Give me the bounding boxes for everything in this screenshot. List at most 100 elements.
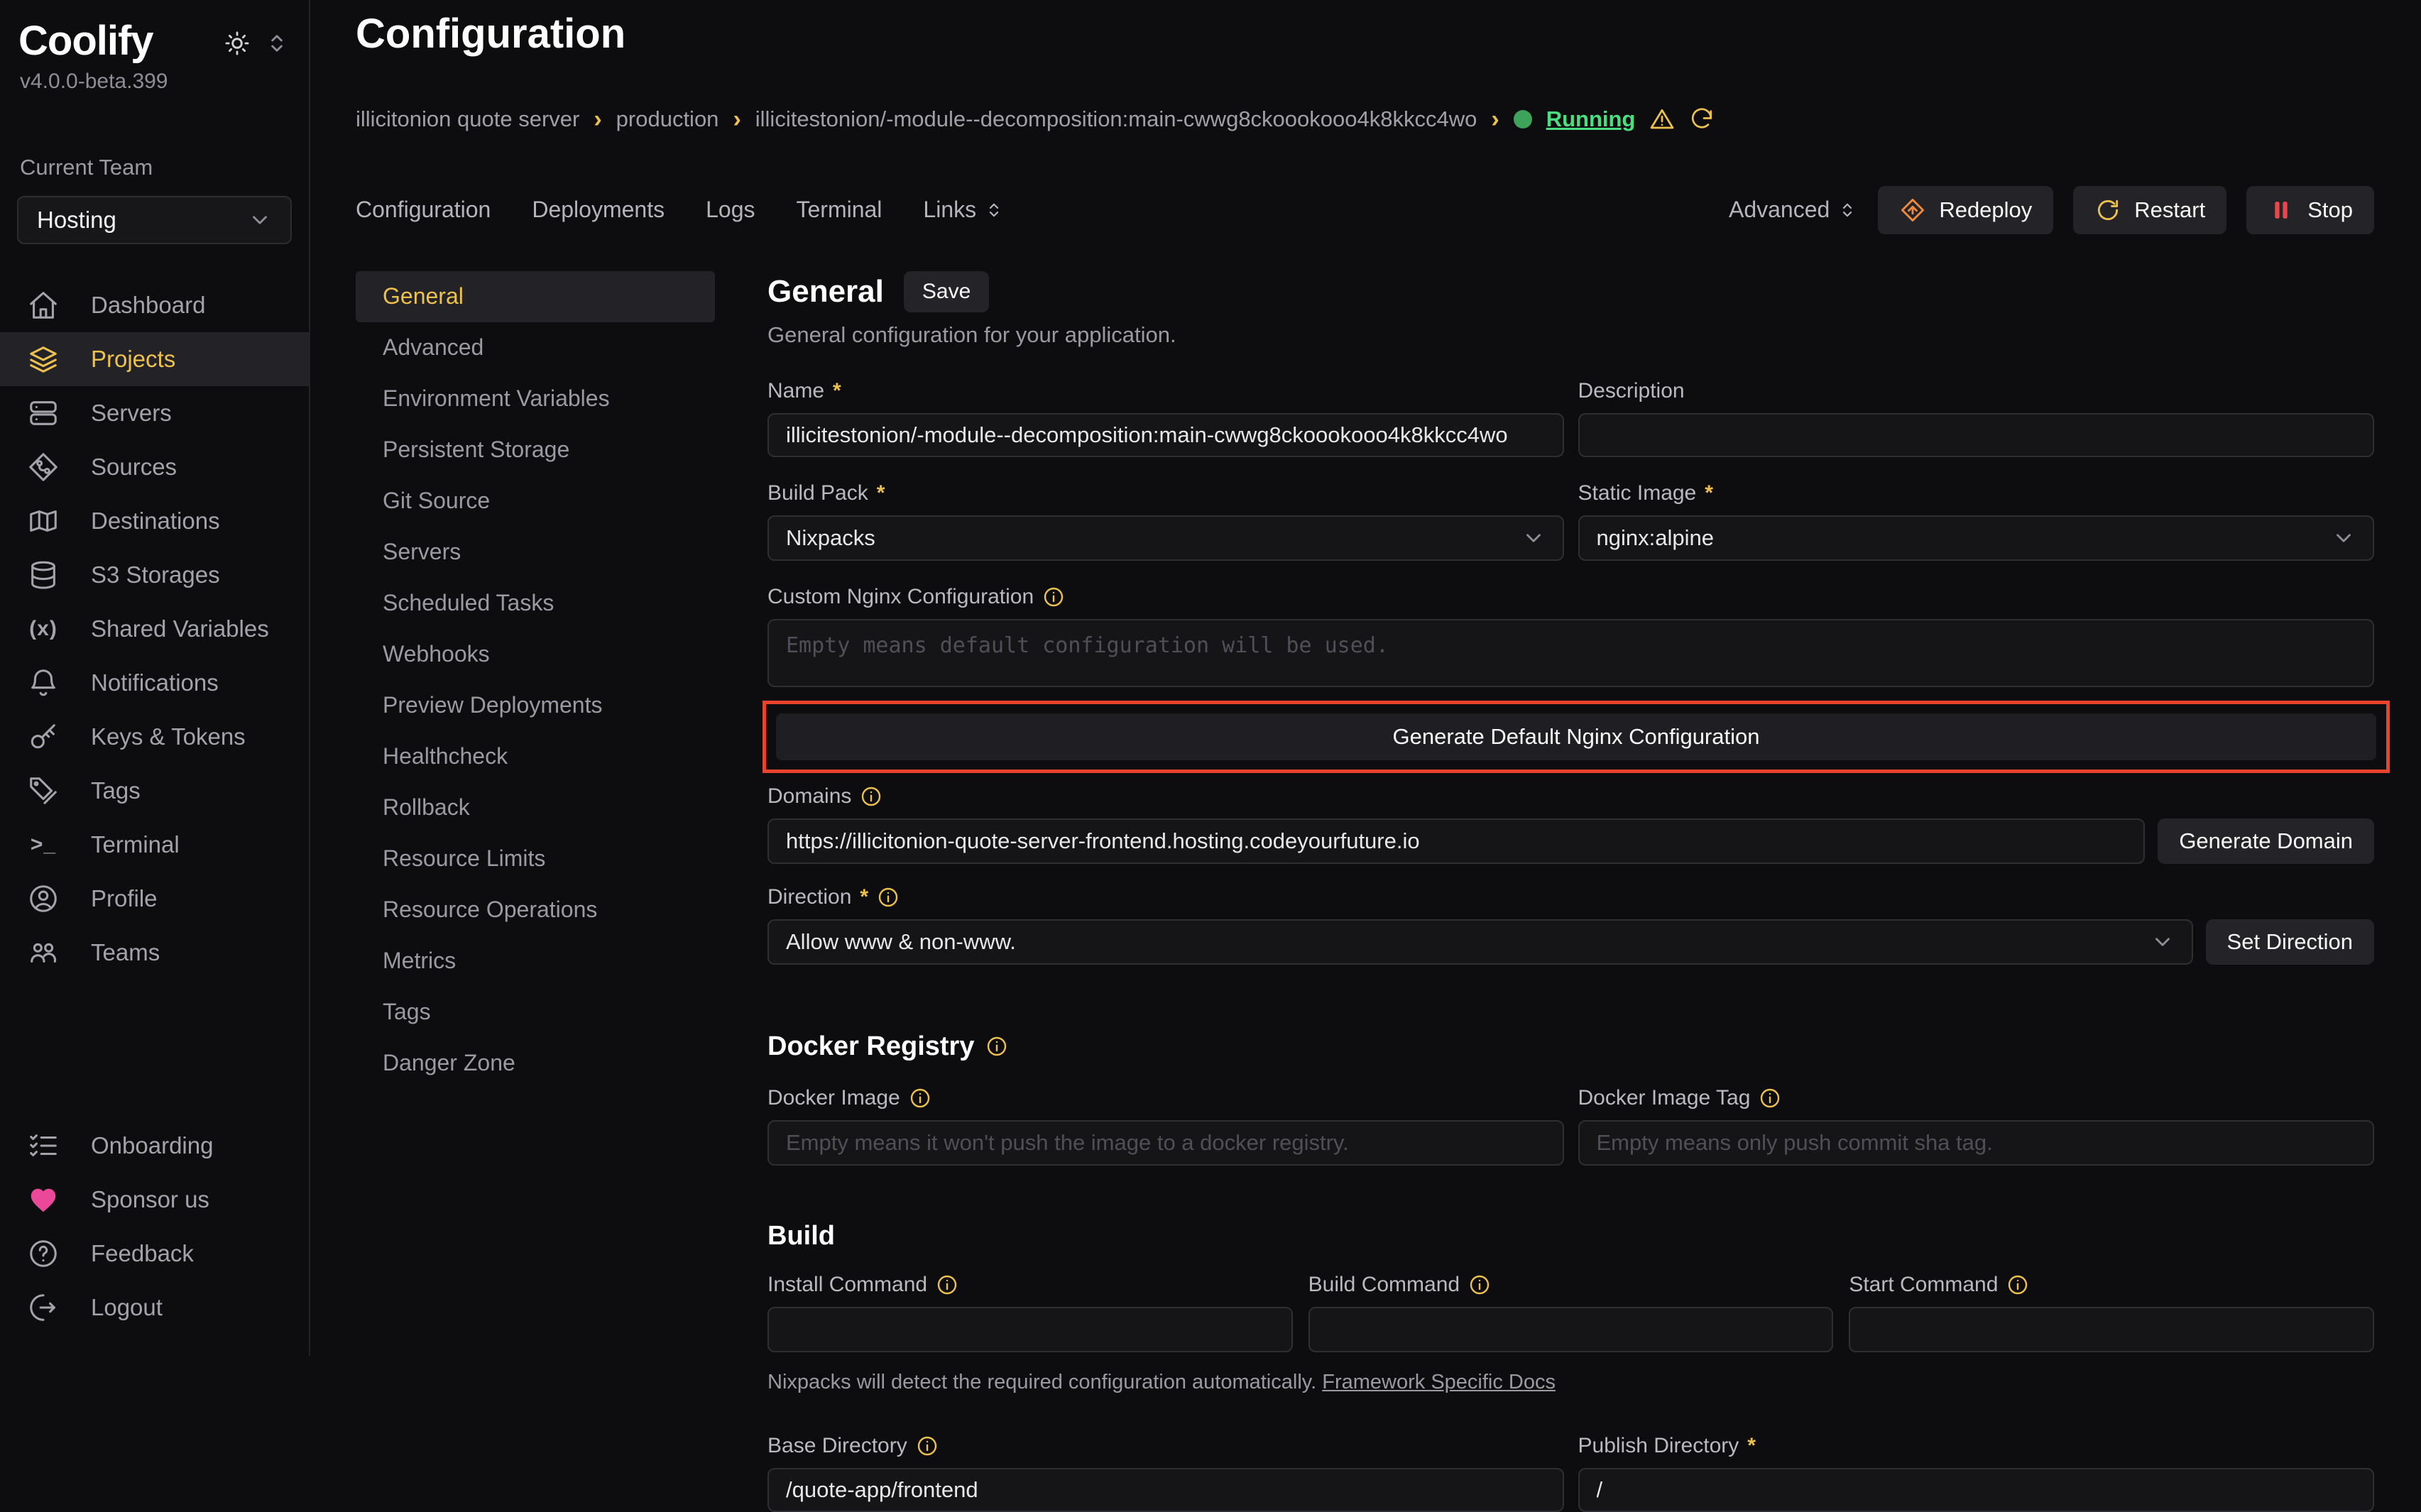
tab-links[interactable]: Links <box>923 197 1005 223</box>
chevron-down-icon <box>1521 526 1546 550</box>
info-icon[interactable] <box>860 785 882 808</box>
subnav-servers[interactable]: Servers <box>356 527 715 578</box>
info-icon[interactable] <box>877 886 900 909</box>
redeploy-button[interactable]: Redeploy <box>1878 186 2053 234</box>
app-window: Coolify v4.0.0-beta.399 Current Team Hos… <box>0 0 2421 1356</box>
sidebar-item-sponsor-us[interactable]: Sponsor us <box>0 1173 309 1227</box>
generate-domain-button[interactable]: Generate Domain <box>2158 818 2374 864</box>
framework-docs-link[interactable]: Framework Specific Docs <box>1322 1371 1556 1393</box>
logout-icon <box>27 1291 60 1324</box>
direction-select[interactable]: Allow www & non-www. <box>767 919 2193 965</box>
info-icon[interactable] <box>936 1273 958 1296</box>
sidebar-item-label: Sponsor us <box>91 1186 209 1213</box>
theme-toggle-icon[interactable] <box>224 30 251 60</box>
subnav-metrics[interactable]: Metrics <box>356 936 715 987</box>
subnav-git-source[interactable]: Git Source <box>356 476 715 527</box>
font-size-toggle-icon[interactable] <box>263 30 290 60</box>
docker-image-tag-input[interactable] <box>1578 1120 2375 1166</box>
app-logo: Coolify <box>18 18 153 64</box>
sidebar-item-keys-tokens[interactable]: Keys & Tokens <box>0 710 309 764</box>
annotation-highlight: Generate Default Nginx Configuration <box>763 701 2390 773</box>
required-marker: * <box>877 481 885 505</box>
info-icon[interactable] <box>2006 1273 2029 1296</box>
sidebar-item-notifications[interactable]: Notifications <box>0 656 309 710</box>
docker-image-input[interactable] <box>767 1120 1564 1166</box>
server-icon <box>27 397 60 429</box>
info-icon[interactable] <box>916 1435 939 1457</box>
sidebar-item-onboarding[interactable]: Onboarding <box>0 1119 309 1173</box>
static-image-select[interactable]: nginx:alpine <box>1578 515 2375 561</box>
subnav-webhooks[interactable]: Webhooks <box>356 629 715 680</box>
start-command-label: Start Command <box>1849 1273 2374 1297</box>
status-badge[interactable]: Running <box>1546 106 1636 132</box>
sidebar-item-shared-variables[interactable]: (x) Shared Variables <box>0 602 309 656</box>
info-icon[interactable] <box>1759 1087 1781 1110</box>
variable-icon: (x) <box>27 613 60 645</box>
nginx-config-textarea[interactable] <box>767 619 2374 687</box>
sidebar-item-s3-storages[interactable]: S3 Storages <box>0 548 309 602</box>
sidebar-nav: Dashboard Projects Servers Sources Desti… <box>0 278 309 980</box>
subnav-rollback[interactable]: Rollback <box>356 782 715 833</box>
publish-directory-input[interactable] <box>1578 1468 2375 1512</box>
user-icon <box>27 882 60 915</box>
build-command-input[interactable] <box>1308 1307 1834 1352</box>
generate-nginx-config-button[interactable]: Generate Default Nginx Configuration <box>776 713 2376 760</box>
refresh-icon[interactable] <box>1689 106 1715 132</box>
save-button[interactable]: Save <box>904 271 989 312</box>
subnav-healthcheck[interactable]: Healthcheck <box>356 731 715 782</box>
breadcrumb-application[interactable]: illicitestonion/-module--decomposition:m… <box>755 106 1477 132</box>
subnav-general[interactable]: General <box>356 271 715 322</box>
set-direction-button[interactable]: Set Direction <box>2206 919 2374 965</box>
stop-icon <box>2268 197 2295 224</box>
name-input[interactable] <box>767 413 1564 457</box>
tab-configuration[interactable]: Configuration <box>356 197 491 223</box>
bell-icon <box>27 667 60 699</box>
subnav-environment-variables[interactable]: Environment Variables <box>356 373 715 424</box>
install-command-label: Install Command <box>767 1273 1293 1297</box>
sidebar-item-projects[interactable]: Projects <box>0 332 309 386</box>
restart-button[interactable]: Restart <box>2073 186 2226 234</box>
info-icon[interactable] <box>1042 586 1065 608</box>
info-icon[interactable] <box>1468 1273 1491 1296</box>
subnav-persistent-storage[interactable]: Persistent Storage <box>356 424 715 476</box>
subnav-advanced[interactable]: Advanced <box>356 322 715 373</box>
start-command-input[interactable] <box>1849 1307 2374 1352</box>
sidebar-item-terminal[interactable]: >_ Terminal <box>0 818 309 872</box>
breadcrumb-separator: › <box>733 106 740 133</box>
current-team-label: Current Team <box>0 155 309 180</box>
sidebar-item-dashboard[interactable]: Dashboard <box>0 278 309 332</box>
sidebar-item-servers[interactable]: Servers <box>0 386 309 440</box>
sidebar-item-logout[interactable]: Logout <box>0 1281 309 1335</box>
sidebar-item-sources[interactable]: Sources <box>0 440 309 494</box>
subnav-resource-limits[interactable]: Resource Limits <box>356 833 715 884</box>
tab-logs[interactable]: Logs <box>706 197 755 223</box>
build-pack-select[interactable]: Nixpacks <box>767 515 1564 561</box>
docker-image-label: Docker Image <box>767 1086 1564 1110</box>
subnav-preview-deployments[interactable]: Preview Deployments <box>356 680 715 731</box>
subnav-tags[interactable]: Tags <box>356 987 715 1038</box>
tab-deployments[interactable]: Deployments <box>532 197 665 223</box>
subnav-resource-operations[interactable]: Resource Operations <box>356 884 715 936</box>
install-command-input[interactable] <box>767 1307 1293 1352</box>
advanced-dropdown[interactable]: Advanced <box>1729 197 1858 223</box>
subnav-scheduled-tasks[interactable]: Scheduled Tasks <box>356 578 715 629</box>
restart-icon <box>2094 197 2121 224</box>
sidebar-item-teams[interactable]: Teams <box>0 926 309 980</box>
sidebar-item-destinations[interactable]: Destinations <box>0 494 309 548</box>
subnav-danger-zone[interactable]: Danger Zone <box>356 1038 715 1089</box>
redeploy-icon <box>1899 197 1926 224</box>
info-icon[interactable] <box>909 1087 931 1110</box>
stop-button[interactable]: Stop <box>2246 186 2374 234</box>
sidebar-item-tags[interactable]: Tags <box>0 764 309 818</box>
sidebar-item-profile[interactable]: Profile <box>0 872 309 926</box>
sidebar-item-feedback[interactable]: Feedback <box>0 1227 309 1281</box>
breadcrumb-environment[interactable]: production <box>616 106 719 132</box>
domains-input[interactable] <box>767 818 2145 864</box>
breadcrumb-project[interactable]: illicitonion quote server <box>356 106 579 132</box>
description-input[interactable] <box>1578 413 2375 457</box>
tab-terminal[interactable]: Terminal <box>796 197 882 223</box>
base-directory-input[interactable] <box>767 1468 1564 1512</box>
team-select[interactable]: Hosting <box>17 196 292 244</box>
info-icon[interactable] <box>985 1035 1008 1058</box>
tag-icon <box>27 774 60 807</box>
